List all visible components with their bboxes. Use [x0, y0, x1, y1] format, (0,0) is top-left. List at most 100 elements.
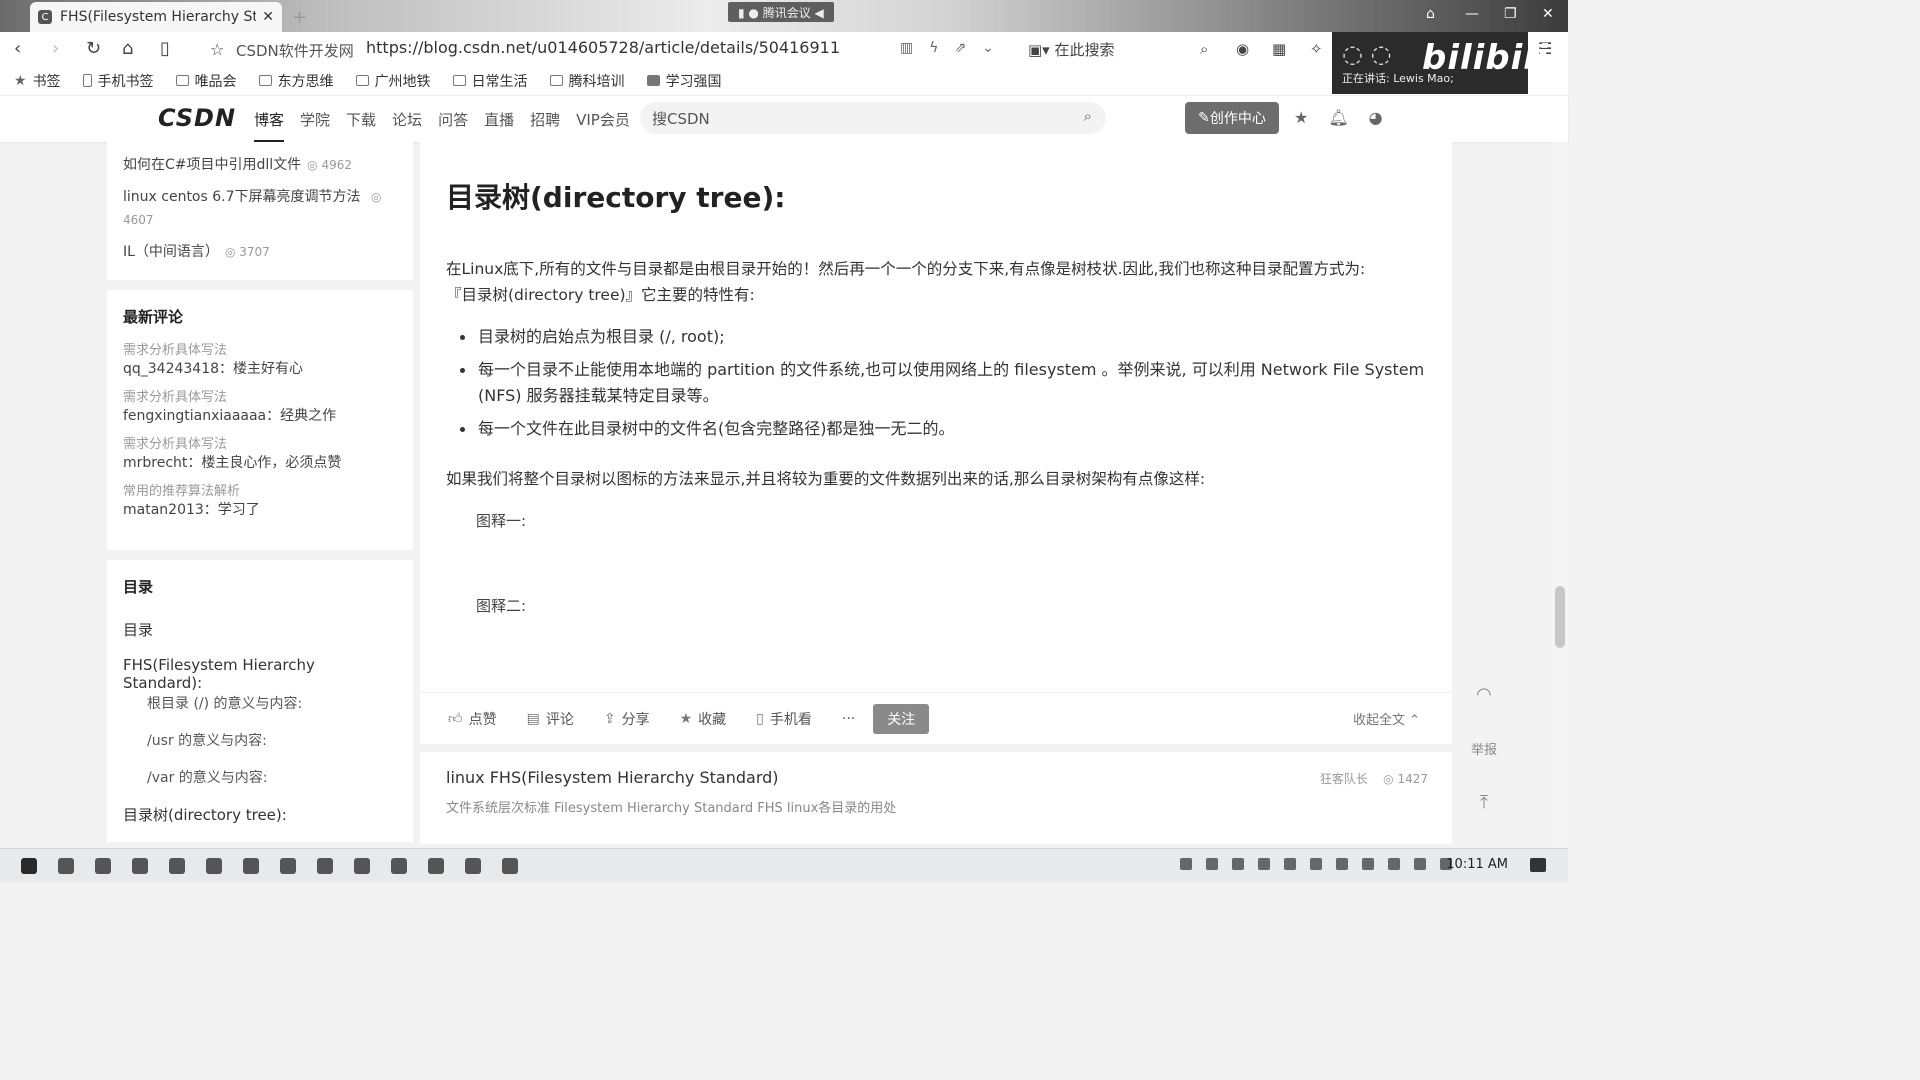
notification-center-icon[interactable] [1530, 858, 1546, 872]
forward-icon[interactable]: › [52, 38, 59, 59]
csdn-search-input[interactable]: 搜CSDN ⌕ [640, 102, 1106, 134]
minimize-icon[interactable]: — [1465, 6, 1479, 22]
skin-icon[interactable]: ⌂ [1426, 6, 1435, 22]
chevron-up-icon[interactable] [1206, 858, 1218, 870]
reload-icon[interactable]: ↻ [86, 38, 101, 59]
app-icon[interactable] [132, 857, 148, 874]
popular-item[interactable]: IL（中间语言） ◎ 3707 [123, 241, 397, 263]
comment-item[interactable]: 需求分析具体写法 qq_34243418：楼主好有心 [123, 339, 397, 378]
like-button[interactable]: 👍︎ 点赞 [448, 709, 497, 729]
app-icon[interactable] [169, 857, 185, 874]
bookmark-item-5[interactable]: 日常生活 [452, 71, 528, 91]
network-icon[interactable] [1388, 858, 1400, 870]
back-icon[interactable]: ‹ [14, 38, 21, 59]
collapse-button[interactable]: 收起全文 ⌃ [1353, 709, 1420, 728]
nav-forum[interactable]: 论坛 [392, 109, 422, 142]
comment-item[interactable]: 需求分析具体写法 fengxingtianxiaaaaa：经典之作 [123, 386, 397, 425]
favorites-icon[interactable]: ★ [1294, 108, 1308, 127]
bookmark-item-3[interactable]: 东方思维 [258, 71, 334, 91]
meeting-indicator[interactable]: ▮ ● 腾讯会议 ◀ [728, 2, 834, 22]
translate-icon[interactable]: ▦ [1272, 40, 1286, 58]
app-icon[interactable] [243, 857, 259, 874]
bookmark-item-2[interactable]: 唯品会 [175, 71, 237, 91]
app-icon[interactable] [95, 857, 111, 874]
reader-icon[interactable]: ▯ [160, 38, 170, 59]
close-tab-icon[interactable]: ✕ [262, 9, 274, 25]
related-title[interactable]: linux FHS(Filesystem Hierarchy Standard) [446, 768, 1426, 787]
bookmark-star-icon[interactable]: ☆ [210, 40, 224, 59]
create-center-button[interactable]: ✎ 创作中心 [1185, 102, 1279, 134]
app-icon[interactable] [317, 857, 333, 874]
app-icon[interactable] [428, 857, 444, 874]
app-icon[interactable] [391, 857, 407, 874]
search-icon[interactable]: ⌕ [1084, 107, 1092, 125]
mobile-view-button[interactable]: ▯ 手机看 [756, 709, 812, 729]
tray-icon[interactable] [1310, 858, 1322, 870]
toc-item[interactable]: /usr 的意义与内容: [123, 730, 397, 767]
back-to-top-icon[interactable]: ⤒ [1462, 778, 1506, 826]
extension-icon[interactable]: ✧ [1310, 40, 1323, 58]
clock[interactable]: 10:11 AM [1446, 857, 1508, 872]
tray-icon[interactable] [1180, 858, 1192, 870]
notification-bell-icon[interactable]: 🔔︎ [1328, 108, 1348, 127]
scrollbar-thumb[interactable] [1555, 586, 1565, 648]
share-button[interactable]: ⇪ 分享 [604, 709, 650, 729]
battery-icon[interactable] [1362, 858, 1374, 870]
bookmark-item-6[interactable]: 腾科培训 [549, 71, 625, 91]
toc-item[interactable]: 目录树(directory tree): [123, 804, 397, 841]
comment-item[interactable]: 需求分析具体写法 mrbrecht：楼主良心作，必须点赞 [123, 433, 397, 472]
gamepad-icon[interactable]: ◉ [1236, 40, 1249, 58]
read-mode-icon[interactable]: ▥ [900, 40, 913, 56]
more-button[interactable]: ··· [842, 711, 855, 727]
search-engine-box[interactable]: ▣▾ 在此搜索 [1028, 39, 1115, 60]
toc-item[interactable]: 根目录 (/) 的意义与内容: [123, 693, 397, 730]
avatar[interactable]: ◕ [1369, 108, 1383, 127]
nav-academy[interactable]: 学院 [300, 109, 330, 142]
app-icon[interactable] [502, 857, 518, 874]
new-tab-icon[interactable]: + [292, 7, 307, 28]
nav-live[interactable]: 直播 [484, 109, 514, 142]
chevron-down-icon[interactable]: ⌄ [982, 40, 994, 56]
popular-item[interactable]: linux centos 6.7下屏幕亮度调节方法 ◎ 4607 [123, 186, 397, 231]
task-view-icon[interactable] [58, 857, 74, 874]
browser-tab[interactable]: C FHS(Filesystem Hierarchy Sta ✕ [30, 2, 282, 32]
nav-vip[interactable]: VIP会员 [576, 109, 630, 142]
windows-start-icon[interactable] [21, 857, 37, 874]
home-icon[interactable]: ⌂ [122, 38, 133, 59]
close-window-icon[interactable]: ✕ [1542, 6, 1554, 22]
tray-icon[interactable] [1284, 858, 1296, 870]
url-field[interactable]: https://blog.csdn.net/u014605728/article… [366, 38, 840, 57]
search-icon[interactable]: ⌕ [1200, 40, 1208, 58]
toc-item[interactable]: /var 的意义与内容: [123, 767, 397, 804]
bookmark-item-4[interactable]: 广州地铁 [355, 71, 431, 91]
toc-item[interactable]: 目录 [123, 619, 397, 656]
lightning-icon[interactable]: ϟ [929, 40, 938, 56]
nav-blog[interactable]: 博客 [254, 109, 285, 142]
comment-button[interactable]: ▤ 评论 [527, 709, 574, 729]
app-icon[interactable] [280, 857, 296, 874]
nav-qa[interactable]: 问答 [438, 109, 468, 142]
tray-icon[interactable] [1232, 858, 1244, 870]
toc-item[interactable]: FHS(Filesystem Hierarchy Standard): [123, 656, 397, 693]
app-icon[interactable] [465, 857, 481, 874]
browser-icon[interactable] [206, 857, 222, 874]
microphone-icon[interactable] [1336, 858, 1348, 870]
comment-item[interactable]: 常用的推荐算法解析 matan2013：学习了 [123, 480, 397, 519]
share-icon[interactable]: ⇗ [954, 40, 966, 56]
bookmark-item-7[interactable]: 学习强国 [646, 71, 722, 91]
scrollbar[interactable] [1552, 142, 1568, 848]
nav-jobs[interactable]: 招聘 [530, 109, 560, 142]
report-button[interactable]: 举报 [1462, 724, 1506, 772]
app-icon[interactable] [354, 857, 370, 874]
csdn-logo[interactable]: CSDN [158, 104, 236, 132]
customer-service-icon[interactable]: ◠ [1462, 670, 1506, 718]
nav-download[interactable]: 下载 [346, 109, 376, 142]
popular-item[interactable]: 如何在C#项目中引用dll文件 ◎ 4962 [123, 154, 397, 176]
tray-icon[interactable] [1258, 858, 1270, 870]
favorite-button[interactable]: ★ 收藏 [680, 709, 727, 729]
restore-icon[interactable]: ❐ [1504, 6, 1517, 22]
related-article[interactable]: linux FHS(Filesystem Hierarchy Standard)… [420, 752, 1452, 844]
follow-button[interactable]: 关注 [873, 703, 930, 734]
bookmark-item-1[interactable]: 手机书签 [82, 71, 154, 91]
volume-icon[interactable] [1414, 858, 1426, 870]
